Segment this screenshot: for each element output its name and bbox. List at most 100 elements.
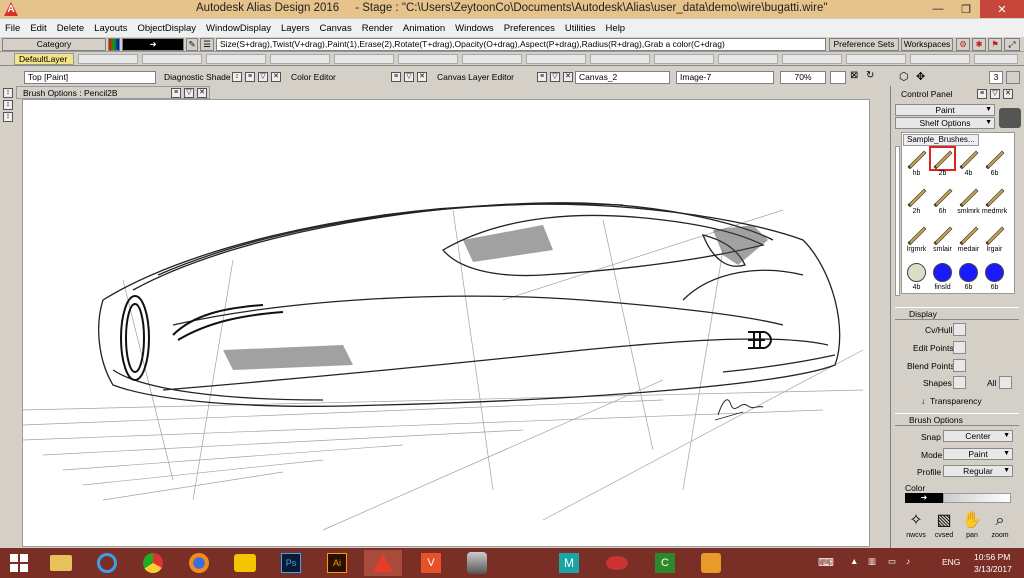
diagnostic-close-icon[interactable]: ✕ bbox=[271, 72, 281, 82]
layer-slot-10[interactable] bbox=[654, 54, 714, 64]
language-indicator[interactable]: ENG bbox=[942, 557, 960, 567]
mode-dropdown[interactable]: Paint ▼ bbox=[895, 104, 995, 116]
volume-icon[interactable]: ♪ bbox=[906, 556, 910, 566]
color-swatch-icon[interactable] bbox=[108, 38, 120, 51]
face-app-icon[interactable] bbox=[458, 550, 496, 576]
close-button[interactable]: ✕ bbox=[980, 0, 1024, 18]
sketch-canvas[interactable] bbox=[22, 99, 870, 547]
edit-points-checkbox[interactable] bbox=[953, 341, 966, 354]
tool-button[interactable]: ▧ cvsed bbox=[931, 510, 957, 546]
left-scroll-up-icon[interactable]: ↕ bbox=[3, 88, 13, 98]
color-black-swatch[interactable]: ➜ bbox=[905, 493, 943, 503]
cp-collapse-icon[interactable]: ▽ bbox=[990, 89, 1000, 99]
brush-options-section-header[interactable]: Brush Options bbox=[895, 413, 1019, 426]
menu-layouts[interactable]: Layouts bbox=[89, 23, 132, 34]
menu-layers[interactable]: Layers bbox=[276, 23, 315, 34]
brush-options-close-icon[interactable]: ✕ bbox=[197, 88, 207, 98]
cp-close-icon[interactable]: ✕ bbox=[1003, 89, 1013, 99]
canvas-name-field[interactable]: Canvas_2 bbox=[575, 71, 670, 84]
brush-options-collapse-icon[interactable]: ▽ bbox=[184, 88, 194, 98]
brush-item[interactable]: 6h bbox=[929, 186, 956, 216]
network-icon[interactable]: ▥ bbox=[868, 556, 876, 567]
color-gradient-swatch[interactable] bbox=[943, 493, 1011, 503]
alias-taskbar-icon[interactable] bbox=[364, 550, 402, 576]
menu-render[interactable]: Render bbox=[357, 23, 398, 34]
shelf-options-dropdown[interactable]: Shelf Options ▼ bbox=[895, 117, 995, 129]
menu-edit[interactable]: Edit bbox=[25, 23, 51, 34]
menu-windowdisplay[interactable]: WindowDisplay bbox=[201, 23, 276, 34]
marker-icon[interactable]: ⚑ bbox=[988, 38, 1002, 51]
layer-slot-8[interactable] bbox=[526, 54, 586, 64]
layer-slot-1[interactable] bbox=[78, 54, 138, 64]
layer-editor-collapse-icon[interactable]: ▽ bbox=[550, 72, 560, 82]
minimize-button[interactable]: — bbox=[924, 0, 952, 18]
diagnostic-stepper-icon[interactable]: ↕ bbox=[232, 72, 242, 82]
layer-slot-9[interactable] bbox=[590, 54, 650, 64]
cp-menu-icon[interactable]: ≡ bbox=[977, 89, 987, 99]
eyedropper-icon[interactable]: ✎ bbox=[186, 38, 198, 51]
shelf-scrollbar[interactable] bbox=[895, 146, 900, 296]
clock-time[interactable]: 10:56 PM bbox=[974, 552, 1010, 562]
brush-options-menu-icon[interactable]: ≡ bbox=[171, 88, 181, 98]
diagnostic-menu-icon[interactable]: ≡ bbox=[245, 72, 255, 82]
brush-item[interactable]: 2b bbox=[929, 146, 956, 178]
expand-icon[interactable]: ⤢ bbox=[1004, 38, 1020, 51]
layer-slot-5[interactable] bbox=[334, 54, 394, 64]
brush-mode-dropdown[interactable]: Paint ▼ bbox=[943, 448, 1013, 460]
layer-slot-15[interactable] bbox=[974, 54, 1018, 64]
brush-item[interactable]: finsld bbox=[929, 262, 956, 292]
workspaces-button[interactable]: Workspaces bbox=[901, 38, 953, 51]
category-dropdown[interactable]: Category bbox=[2, 38, 106, 51]
chrome-icon[interactable] bbox=[134, 550, 172, 576]
maya-icon[interactable]: M bbox=[550, 550, 588, 576]
tool-icon[interactable]: ✱ bbox=[972, 38, 986, 51]
menu-preferences[interactable]: Preferences bbox=[499, 23, 560, 34]
layer-slot-13[interactable] bbox=[846, 54, 906, 64]
layer-slot-3[interactable] bbox=[206, 54, 266, 64]
brush-item[interactable]: lrgmrk bbox=[903, 224, 930, 254]
layer-slot-14[interactable] bbox=[910, 54, 970, 64]
zoom-field[interactable]: 70% bbox=[780, 71, 826, 84]
layer-slot-6[interactable] bbox=[398, 54, 458, 64]
brush-item[interactable]: lrgair bbox=[981, 224, 1008, 254]
maximize-button[interactable]: ❐ bbox=[952, 0, 980, 18]
transparency-toggle[interactable]: ↓ Transparency bbox=[921, 396, 982, 406]
photoshop-icon[interactable]: Ps bbox=[272, 550, 310, 576]
layer-slot-7[interactable] bbox=[462, 54, 522, 64]
tray-expand-icon[interactable]: ▲ bbox=[850, 556, 858, 566]
menu-help[interactable]: Help bbox=[601, 23, 631, 34]
layer-slot-11[interactable] bbox=[718, 54, 778, 64]
shelf-tab-sample-brushes[interactable]: Sample_Brushes... bbox=[903, 134, 979, 146]
menu-file[interactable]: File bbox=[0, 23, 25, 34]
layer-editor-menu-icon[interactable]: ≡ bbox=[537, 72, 547, 82]
menu-utilities[interactable]: Utilities bbox=[560, 23, 601, 34]
layer-slot-2[interactable] bbox=[142, 54, 202, 64]
color-editor-menu-icon[interactable]: ≡ bbox=[391, 72, 401, 82]
tool-button[interactable]: ✋ pan bbox=[959, 510, 985, 546]
shapes-checkbox[interactable] bbox=[953, 376, 966, 389]
image-name-field[interactable]: Image-7 bbox=[676, 71, 774, 84]
brush-item[interactable]: medmrk bbox=[981, 186, 1008, 216]
page-next-button[interactable] bbox=[1006, 71, 1020, 84]
brush-item[interactable]: 6b bbox=[955, 262, 982, 292]
monitor-icon[interactable]: ▭ bbox=[888, 556, 896, 567]
camtasia-icon[interactable]: C bbox=[646, 550, 684, 576]
left-scroll-down-icon[interactable]: ↕ bbox=[3, 112, 13, 122]
brush-item[interactable]: 6b bbox=[981, 262, 1008, 292]
trash-icon[interactable] bbox=[999, 108, 1021, 128]
fit-icon[interactable]: ⊠ bbox=[850, 70, 858, 81]
all-checkbox[interactable] bbox=[999, 376, 1012, 389]
list-icon[interactable]: ☰ bbox=[200, 38, 214, 51]
layer-slot-4[interactable] bbox=[270, 54, 330, 64]
brush-item[interactable]: 4b bbox=[955, 148, 982, 178]
tool-button[interactable]: ✧ nwcvs bbox=[903, 510, 929, 546]
brush-item[interactable]: 2h bbox=[903, 186, 930, 216]
display-section-header[interactable]: Display bbox=[895, 307, 1019, 320]
file-explorer-icon[interactable] bbox=[42, 550, 80, 576]
zoom-step-field[interactable] bbox=[830, 71, 846, 84]
settings-icon[interactable]: ⚙ bbox=[956, 38, 970, 51]
layer-slot-12[interactable] bbox=[782, 54, 842, 64]
page-number[interactable]: 3 bbox=[989, 71, 1003, 84]
brush-item[interactable]: smlmrk bbox=[955, 186, 982, 216]
brush-item[interactable]: medair bbox=[955, 224, 982, 254]
